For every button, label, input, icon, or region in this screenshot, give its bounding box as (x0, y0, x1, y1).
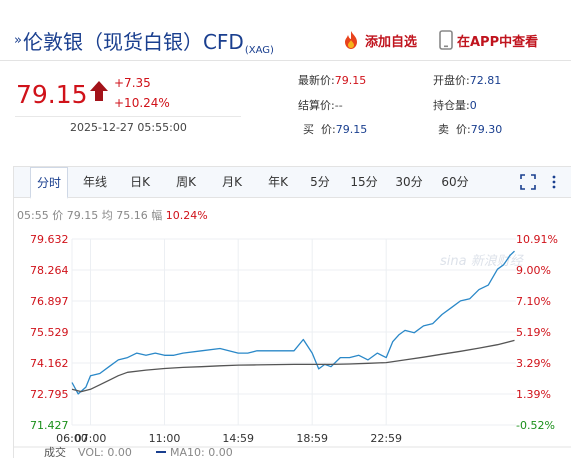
y-tick-label: 71.427 (30, 419, 69, 432)
y-right-tick-label: 1.39% (516, 388, 551, 401)
x-tick-label: 22:59 (370, 432, 402, 445)
y-tick-label: 79.632 (30, 233, 69, 246)
volume-label: 成交 (44, 445, 66, 457)
watermark: sina 新浪财经 (440, 253, 525, 269)
x-tick-label: 14:59 (222, 432, 254, 445)
price-line (71, 250, 515, 395)
x-tick-label: 11:00 (149, 432, 181, 445)
y-tick-label: 76.897 (30, 295, 69, 308)
volume-value: VOL: 0.00 (78, 446, 132, 457)
y-right-tick-label: -0.52% (516, 419, 555, 432)
y-tick-label: 72.795 (30, 388, 69, 401)
y-tick-label: 78.264 (30, 264, 69, 277)
average-line (71, 339, 515, 393)
y-right-tick-label: 3.29% (516, 357, 551, 370)
y-right-tick-label: 5.19% (516, 326, 551, 339)
y-right-tick-label: 10.91% (516, 233, 558, 246)
y-right-tick-label: 7.10% (516, 295, 551, 308)
ma10-value: MA10: 0.00 (170, 446, 233, 457)
y-tick-label: 74.162 (30, 357, 69, 370)
intraday-chart[interactable]: 79.632 10.91%78.264 9.00%76.897 7.10%75.529… (0, 0, 571, 457)
y-tick-label: 75.529 (30, 326, 69, 339)
x-tick-label: 06:00 (56, 432, 88, 445)
x-tick-label: 18:59 (296, 432, 328, 445)
